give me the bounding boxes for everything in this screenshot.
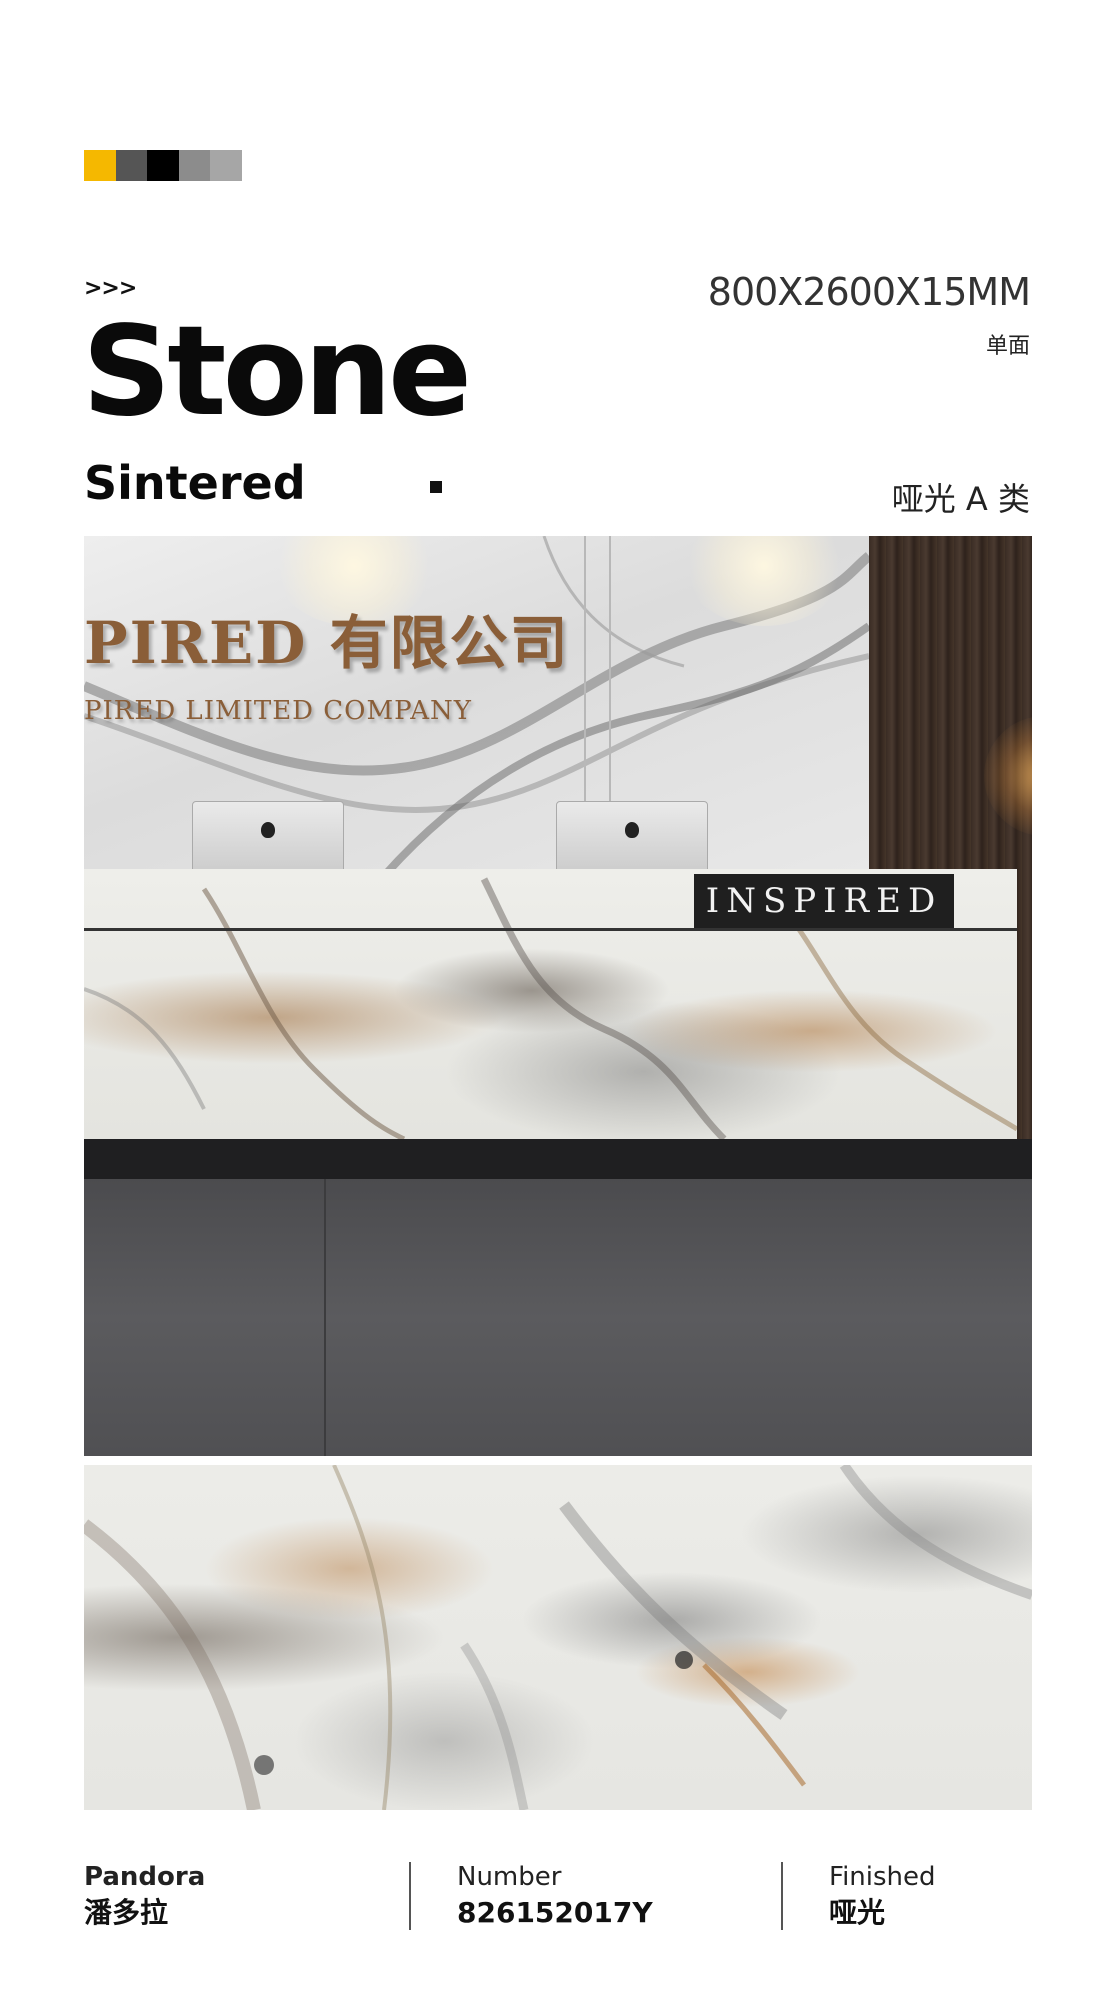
product-finish: Finished 哑光 [829, 1862, 936, 1932]
swatch-dark-gray [115, 150, 148, 181]
swatch-light-gray [210, 150, 242, 181]
chevrons-icon: >>> [84, 276, 137, 301]
apple-logo-icon [261, 822, 275, 838]
bullet-square-icon [430, 481, 442, 493]
swatch-gray [178, 150, 211, 181]
slab-veins [84, 1465, 1032, 1810]
wall-sign-chinese: PIRED 有限公司 [84, 609, 570, 677]
swatch-black [147, 150, 179, 181]
product-number-label: Number [457, 1862, 562, 1892]
product-name-value: 潘多拉 [84, 1896, 169, 1930]
product-number-value: 826152017Y [457, 1896, 653, 1930]
swatch-yellow [84, 150, 116, 181]
counter-edge [84, 928, 1017, 931]
footer-divider [781, 1862, 783, 1930]
page-title: Stone [82, 300, 472, 444]
counter-base [84, 1139, 1032, 1179]
dimensions-label: 800X2600X15MM [707, 270, 1031, 314]
product-name-label: Pandora [84, 1862, 206, 1892]
floor [84, 1179, 1032, 1456]
face-label: 单面 [985, 334, 1030, 359]
page-subtitle: Sintered [84, 456, 306, 510]
product-finish-value: 哑光 [829, 1896, 886, 1930]
marble-slab-sample [84, 1465, 1032, 1810]
color-swatches [84, 150, 242, 181]
showroom-photo: PIRED 有限公司 PIRED LIMITED COMPANY INSPIRE… [84, 536, 1032, 1456]
grade-label: 哑光 A 类 [891, 480, 1030, 518]
wall-sign-english: PIRED LIMITED COMPANY [84, 696, 472, 726]
counter-sign: INSPIRED [694, 874, 954, 928]
product-name: Pandora 潘多拉 [84, 1862, 205, 1932]
product-finish-label: Finished [829, 1862, 936, 1892]
footer-divider [409, 1862, 411, 1930]
product-number: Number 826152017Y [457, 1862, 653, 1932]
apple-logo-icon [625, 822, 639, 838]
floor-seam [324, 1179, 326, 1456]
